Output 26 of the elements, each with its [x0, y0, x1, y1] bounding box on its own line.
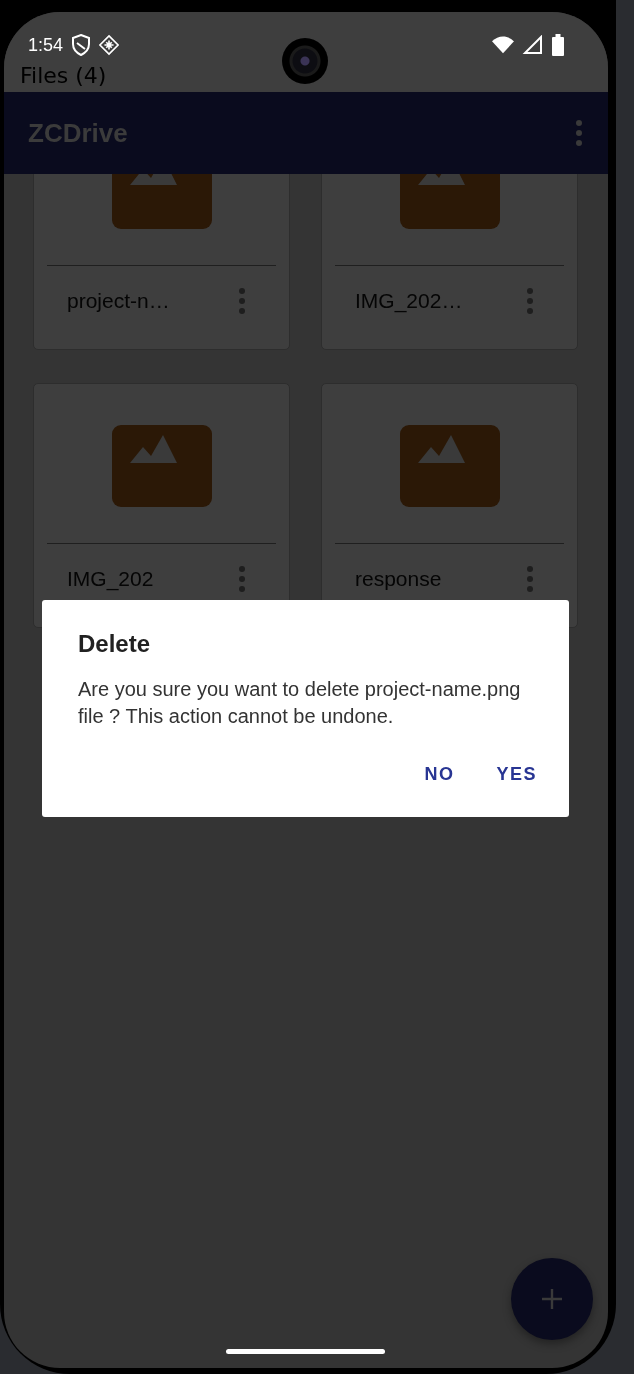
- diamond-icon: [99, 34, 120, 56]
- image-icon: [111, 425, 212, 507]
- more-icon[interactable]: [527, 566, 533, 592]
- dialog-message: Are you sure you want to delete project-name.png file ? This action cannot be undone.: [78, 677, 522, 729]
- more-icon[interactable]: [239, 288, 245, 314]
- file-name: response: [355, 567, 442, 591]
- screen-title: Files (4): [20, 62, 107, 90]
- wifi-icon: [492, 35, 514, 55]
- more-icon[interactable]: [239, 566, 245, 592]
- dialog-title: Delete: [78, 630, 152, 658]
- plus-icon: [540, 1287, 564, 1311]
- status-time: 1:54: [28, 34, 64, 56]
- more-icon[interactable]: [527, 288, 533, 314]
- battery-icon: [552, 34, 564, 56]
- signal-icon: [522, 35, 544, 55]
- shield-icon: [71, 34, 92, 56]
- file-name: IMG_202: [67, 567, 154, 591]
- image-icon: [399, 425, 500, 507]
- dialog-button[interactable]: YES: [484, 752, 549, 797]
- file-name: IMG_202…: [355, 289, 463, 313]
- more-icon[interactable]: [576, 120, 582, 146]
- camera-lens: [282, 38, 328, 84]
- dialog-button[interactable]: NO: [412, 752, 467, 797]
- file-card[interactable]: project-n…: [33, 174, 290, 350]
- file-card[interactable]: IMG_202…: [321, 174, 578, 350]
- file-name: project-n…: [67, 289, 170, 313]
